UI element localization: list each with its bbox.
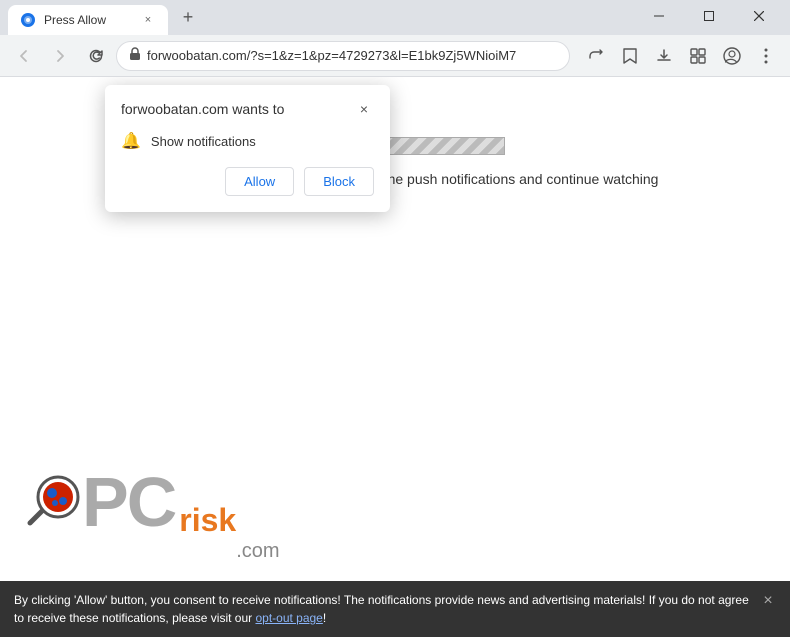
- browser-tab[interactable]: Press Allow ×: [8, 5, 168, 35]
- popup-buttons: Allow Block: [121, 167, 374, 196]
- browser-content: forwoobatan.com wants to × 🔔 Show notifi…: [0, 77, 790, 637]
- popup-close-button[interactable]: ×: [354, 99, 374, 119]
- popup-header: forwoobatan.com wants to ×: [121, 99, 374, 119]
- tab-close-button[interactable]: ×: [140, 12, 156, 28]
- window-chrome: Press Allow × +: [0, 0, 790, 77]
- extension-button[interactable]: [682, 40, 714, 72]
- minimize-button[interactable]: [636, 1, 682, 31]
- bottom-notification-bar: By clicking 'Allow' button, you consent …: [0, 581, 790, 637]
- nav-bar: forwoobatan.com/?s=1&z=1&pz=4729273&l=E1…: [0, 35, 790, 77]
- profile-button[interactable]: [716, 40, 748, 72]
- block-button[interactable]: Block: [304, 167, 374, 196]
- new-tab-button[interactable]: +: [174, 4, 202, 32]
- share-button[interactable]: [580, 40, 612, 72]
- notification-popup: forwoobatan.com wants to × 🔔 Show notifi…: [105, 85, 390, 212]
- nav-right-icons: [580, 40, 782, 72]
- bottom-bar-text: By clicking 'Allow' button, you consent …: [14, 591, 754, 627]
- popup-title: forwoobatan.com wants to: [121, 101, 284, 117]
- logo-area: PC risk.com: [20, 467, 280, 537]
- pc-logo-text: PC: [82, 467, 175, 537]
- bell-icon: 🔔: [121, 131, 141, 151]
- opt-out-link[interactable]: opt-out page: [255, 611, 322, 625]
- back-button[interactable]: [8, 40, 40, 72]
- tab-label: Press Allow: [44, 13, 106, 27]
- risk-logo-text: risk.com: [179, 502, 279, 539]
- url-text: forwoobatan.com/?s=1&z=1&pz=4729273&l=E1…: [147, 48, 557, 63]
- lock-icon: [129, 47, 141, 64]
- maximize-button[interactable]: [686, 1, 732, 31]
- title-bar: Press Allow × +: [0, 0, 790, 35]
- popup-notification-item: 🔔 Show notifications: [121, 131, 374, 151]
- popup-item-label: Show notifications: [151, 134, 256, 149]
- forward-button[interactable]: [44, 40, 76, 72]
- close-window-button[interactable]: [736, 1, 782, 31]
- window-controls: [636, 1, 782, 31]
- allow-button[interactable]: Allow: [225, 167, 294, 196]
- reload-button[interactable]: [80, 40, 112, 72]
- pcrisk-text-logo: PC risk.com: [82, 467, 280, 537]
- bookmark-button[interactable]: [614, 40, 646, 72]
- menu-button[interactable]: [750, 40, 782, 72]
- bottom-bar-close-button[interactable]: ×: [758, 591, 778, 611]
- tab-favicon-icon: [20, 12, 36, 28]
- pcrisk-magnifier-logo: [20, 471, 82, 533]
- download-button[interactable]: [648, 40, 680, 72]
- address-bar[interactable]: forwoobatan.com/?s=1&z=1&pz=4729273&l=E1…: [116, 41, 570, 71]
